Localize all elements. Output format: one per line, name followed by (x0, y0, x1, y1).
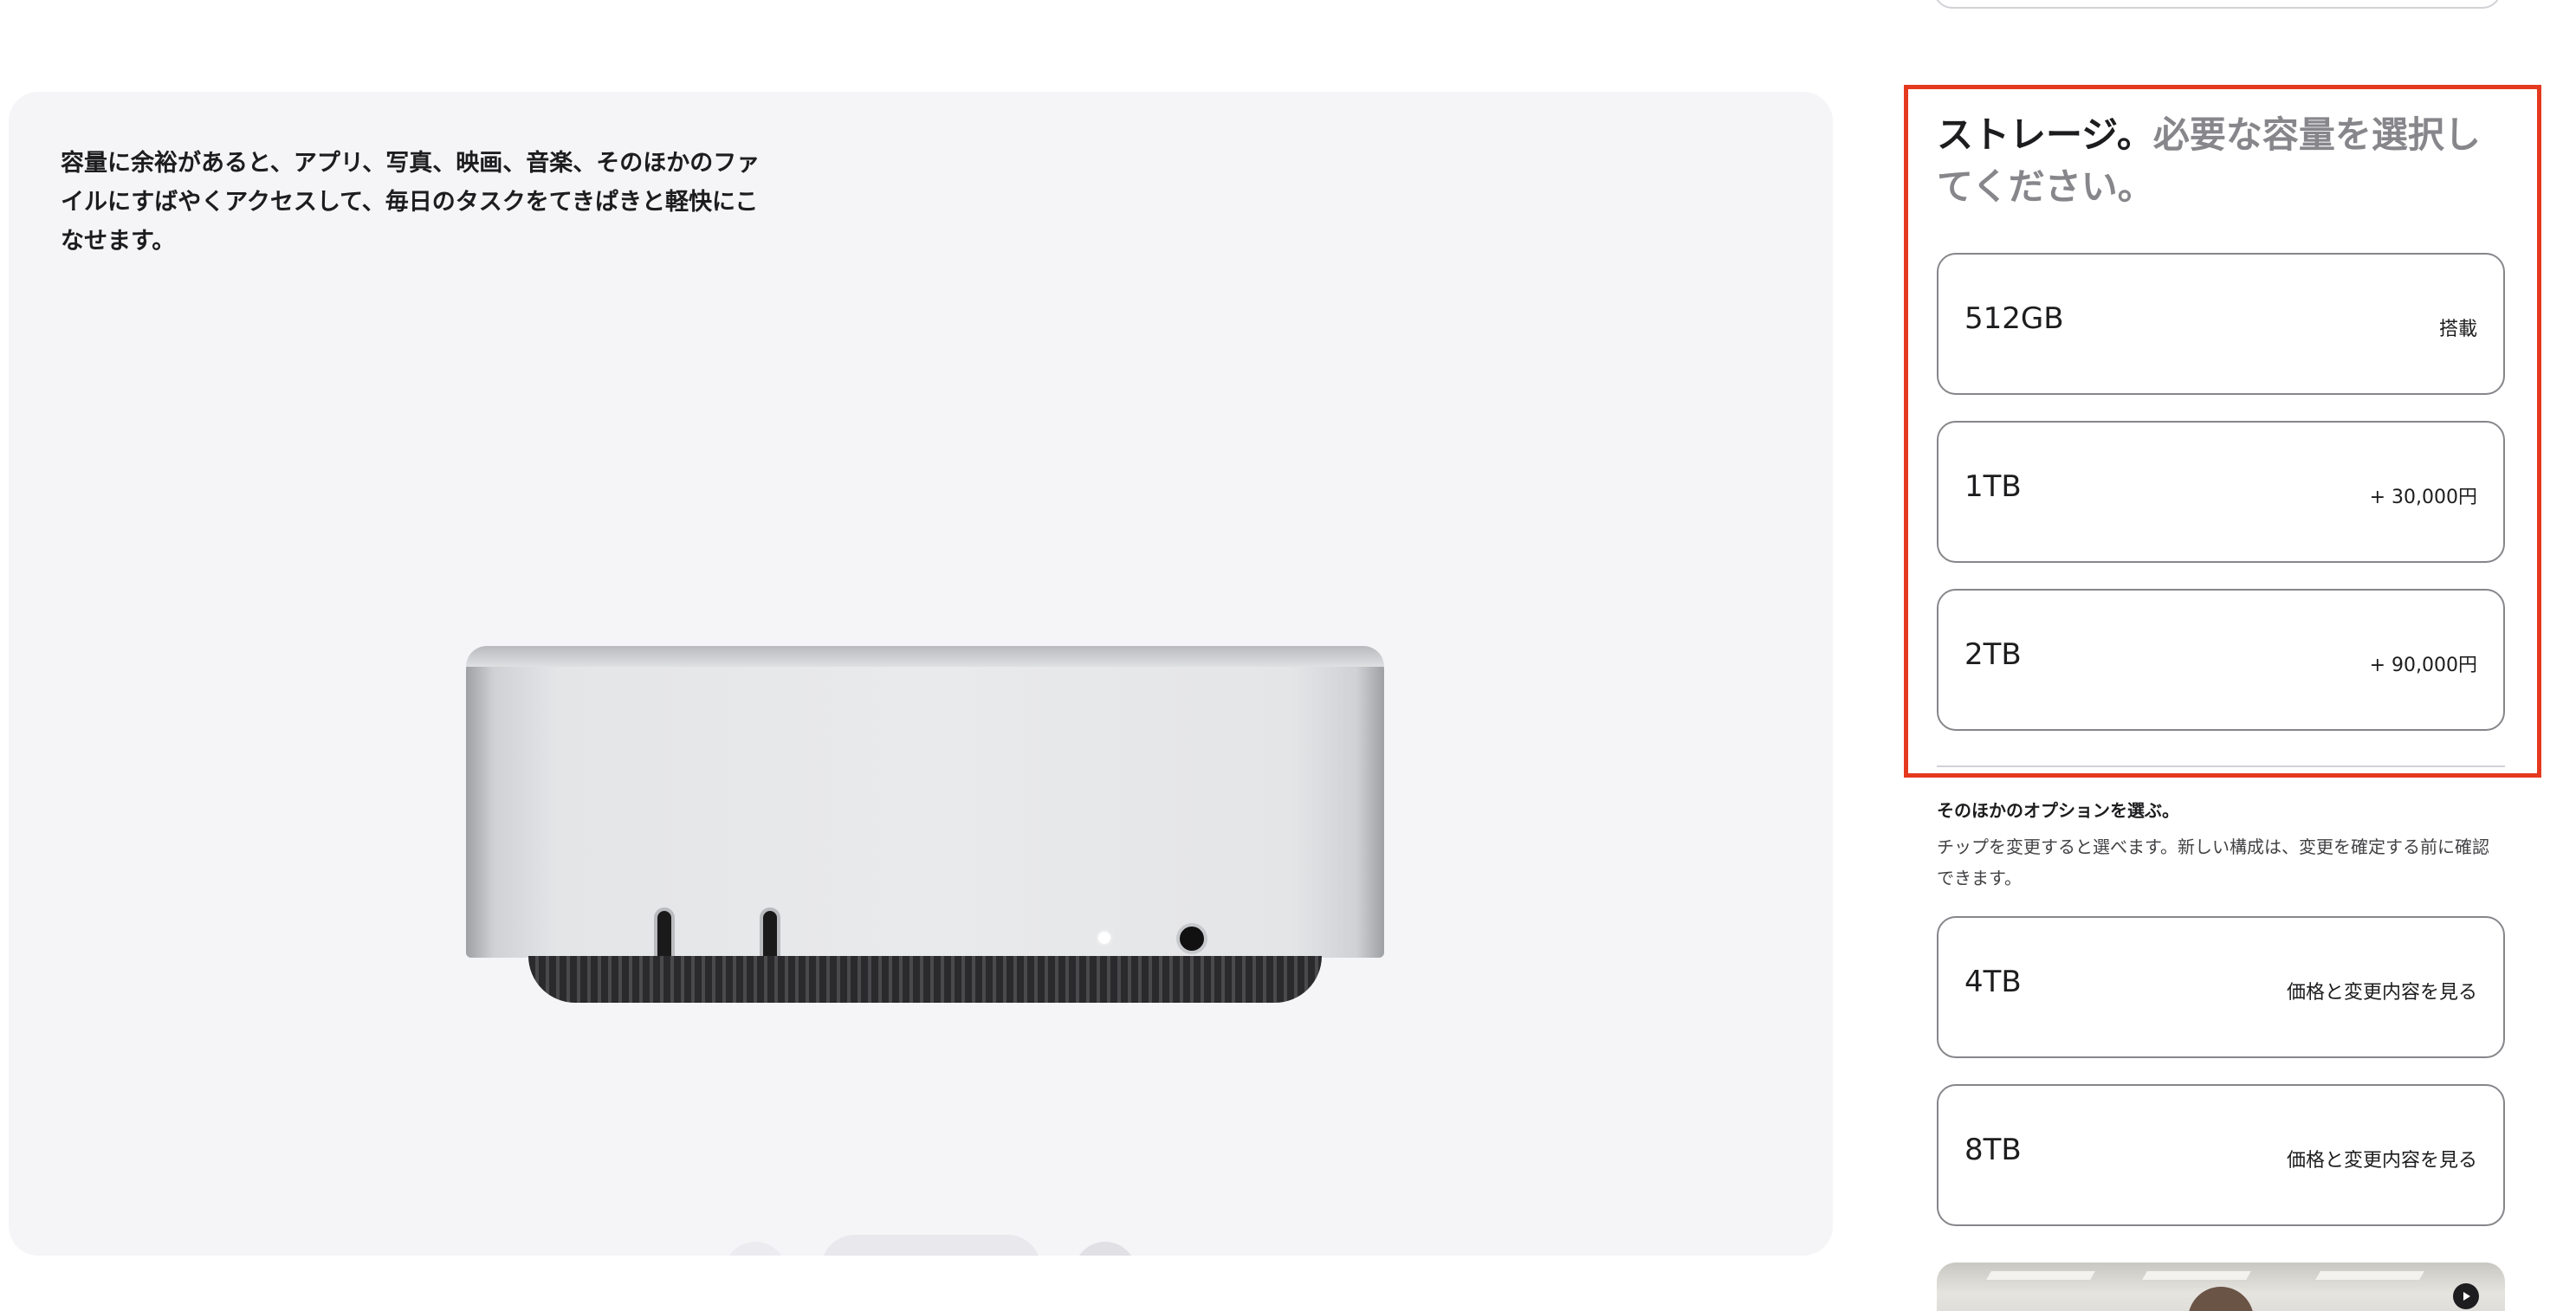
option-size: 1TB (1964, 469, 2022, 504)
gallery-next-button[interactable] (1074, 1242, 1136, 1256)
option-size: 4TB (1964, 965, 2022, 999)
play-icon (2463, 1292, 2470, 1301)
ceiling-light (2315, 1271, 2424, 1280)
mac-mini-image (466, 558, 1384, 1008)
play-button[interactable] (2453, 1283, 2479, 1309)
power-led-icon (1098, 932, 1110, 944)
storage-option-2tb[interactable]: 2TB + 90,000円 (1937, 589, 2505, 731)
option-price: + 90,000円 (2369, 655, 2477, 676)
option-price: + 30,000円 (2369, 487, 2477, 508)
promo-video-thumbnail[interactable] (1937, 1263, 2505, 1311)
more-options-title: そのほかのオプションを選ぶ。 (1937, 800, 2179, 821)
storage-heading: ストレージ。必要な容量を選択してください。 (1937, 109, 2491, 213)
mac-mini-body (466, 646, 1384, 970)
storage-option-4tb[interactable]: 4TB 価格と変更内容を見る (1937, 916, 2505, 1058)
option-size: 2TB (1964, 637, 2022, 672)
storage-option-8tb[interactable]: 8TB 価格と変更内容を見る (1937, 1084, 2505, 1226)
headphone-jack-icon (1176, 923, 1207, 954)
storage-option-1tb[interactable]: 1TB + 30,000円 (1937, 421, 2505, 563)
gallery-caption: 容量に余裕があると、アプリ、写真、映画、音楽、そのほかのファイルにすばやくアクセ… (61, 150, 761, 255)
ceiling-light (2142, 1271, 2251, 1280)
option-size: 8TB (1964, 1133, 2022, 1167)
option-price: 搭載 (2438, 319, 2477, 340)
option-price: 価格と変更内容を見る (2286, 1150, 2477, 1172)
presenter-figure (2188, 1287, 2254, 1311)
more-options-description: チップを変更すると選べます。新しい構成は、変更を確定する前に確認できます。 (1937, 836, 2489, 888)
option-price: 価格と変更内容を見る (2286, 982, 2477, 1004)
option-size: 512GB (1964, 301, 2064, 336)
previous-option-card[interactable] (1933, 0, 2502, 9)
storage-option-512gb[interactable]: 512GB 搭載 (1937, 253, 2505, 395)
mac-mini-vent (528, 956, 1322, 1003)
gallery-pagination (821, 1235, 1041, 1256)
gallery-prev-button[interactable] (724, 1242, 786, 1256)
ceiling-light (1986, 1271, 2095, 1280)
storage-heading-bold: ストレージ。 (1937, 113, 2153, 156)
product-gallery: 容量に余裕があると、アプリ、写真、映画、音楽、そのほかのファイルにすばやくアクセ… (9, 92, 1833, 1256)
section-divider (1937, 765, 2505, 767)
